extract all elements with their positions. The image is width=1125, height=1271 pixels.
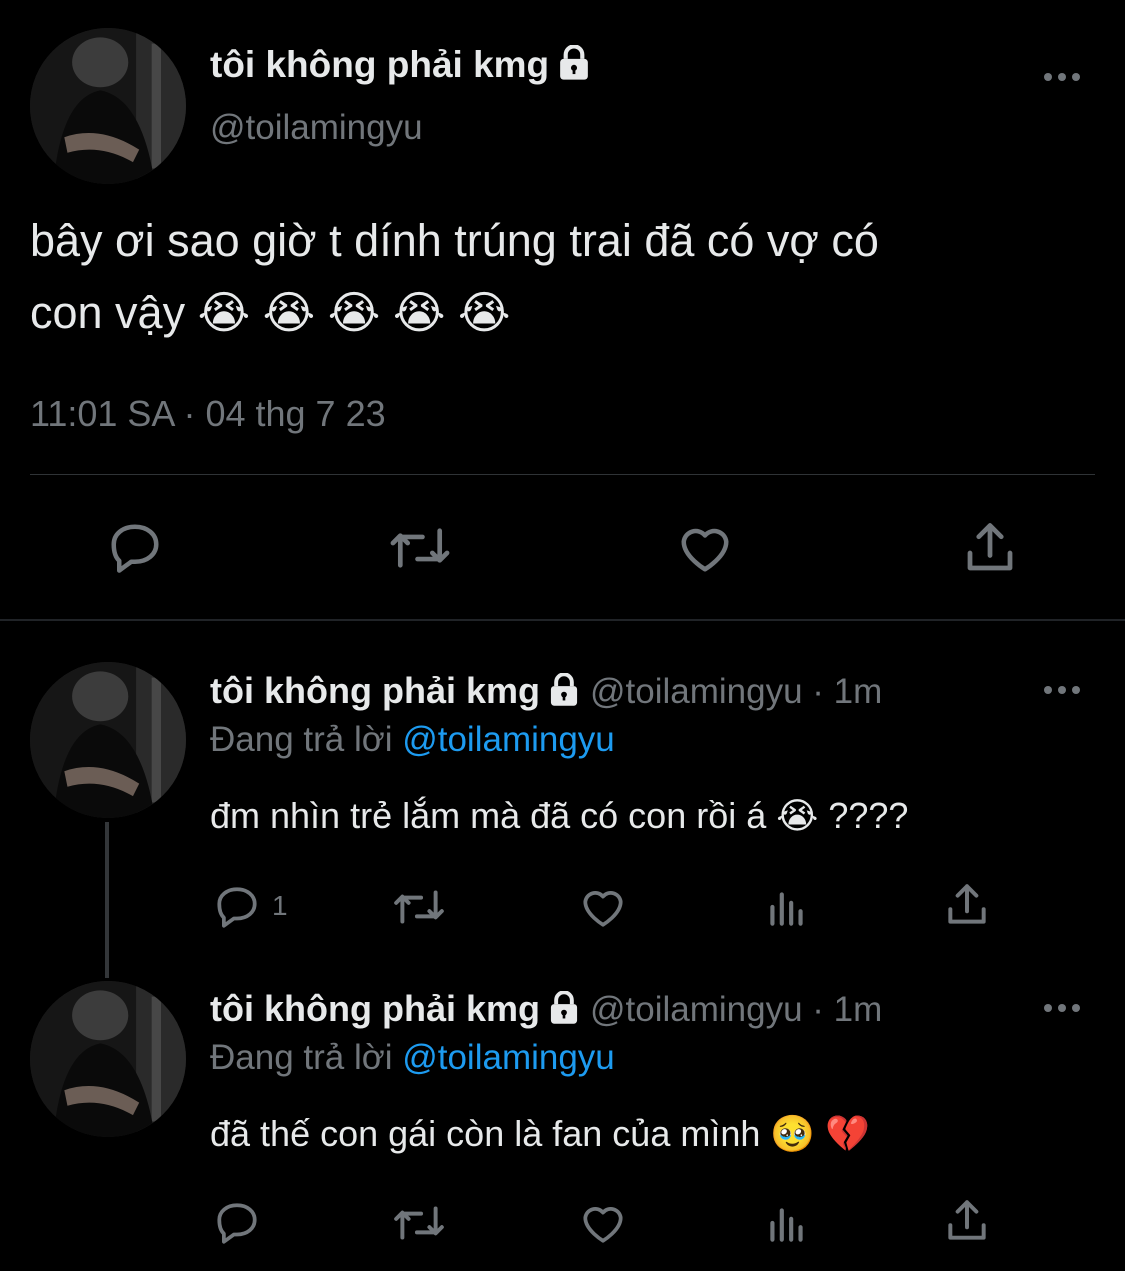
avatar[interactable] xyxy=(30,981,186,1137)
more-icon[interactable] xyxy=(1043,683,1081,702)
share-button[interactable] xyxy=(942,1196,992,1246)
reply-button[interactable] xyxy=(212,882,262,932)
like-icon xyxy=(583,891,623,927)
retweet-icon xyxy=(394,890,444,924)
tweet-text-line: bây ơi sao giờ t dính trúng trai đã có v… xyxy=(30,215,879,266)
retweet-button[interactable] xyxy=(392,1198,446,1248)
retweet-button[interactable] xyxy=(388,518,452,578)
replying-prefix: Đang trả lời xyxy=(210,720,393,759)
reply-button[interactable] xyxy=(105,518,165,578)
divider xyxy=(30,474,1095,475)
handle-time: @toilamingyu · 1m xyxy=(590,990,883,1029)
handle[interactable]: @toilamingyu xyxy=(210,108,423,148)
display-name: tôi không phải kmg xyxy=(210,670,540,711)
share-icon xyxy=(948,884,986,924)
reply-icon xyxy=(217,1203,257,1244)
retweet-button[interactable] xyxy=(392,882,446,932)
tweet-thread-page: tôi không phải kmg @toilamingyu bây ơi s… xyxy=(0,0,1125,1271)
views-button[interactable] xyxy=(762,882,812,932)
lock-icon xyxy=(557,44,591,90)
views-icon xyxy=(770,1208,803,1242)
avatar[interactable] xyxy=(30,28,186,184)
mention-link[interactable]: @toilamingyu xyxy=(402,720,615,759)
section-divider xyxy=(0,619,1125,621)
display-name[interactable]: tôi không phải kmg xyxy=(210,44,591,90)
views-button[interactable] xyxy=(762,1198,812,1248)
more-icon[interactable] xyxy=(1043,1001,1081,1020)
like-icon xyxy=(583,1207,623,1243)
share-icon xyxy=(967,523,1013,571)
reply-button[interactable] xyxy=(212,1198,262,1248)
reply-icon xyxy=(217,887,257,928)
share-button[interactable] xyxy=(960,518,1020,578)
reply-text: đã thế con gái còn là fan của mình 🥹 💔 xyxy=(210,1113,871,1154)
like-button[interactable] xyxy=(578,1198,628,1248)
more-icon[interactable] xyxy=(1043,70,1081,89)
reply-count: 1 xyxy=(272,890,288,921)
views-icon xyxy=(770,892,803,926)
retweet-icon xyxy=(394,1206,444,1240)
retweet-icon xyxy=(390,528,450,568)
replying-prefix: Đang trả lời xyxy=(210,1038,393,1077)
like-button[interactable] xyxy=(578,882,628,932)
reply-text: đm nhìn trẻ lắm mà đã có con rồi á 😭 ???… xyxy=(210,795,909,836)
tweet-timestamp[interactable]: 11:01 SA · 04 thg 7 23 xyxy=(30,393,386,435)
reply-header[interactable]: tôi không phải kmg @toilamingyu · 1m xyxy=(210,988,882,1030)
replying-to: Đang trả lời @toilamingyu xyxy=(210,1038,615,1078)
thread-line xyxy=(105,822,109,978)
avatar[interactable] xyxy=(30,662,186,818)
like-icon xyxy=(681,528,729,572)
handle-time: @toilamingyu · 1m xyxy=(590,672,883,711)
reply-icon xyxy=(111,524,159,573)
reply-header[interactable]: tôi không phải kmg @toilamingyu · 1m xyxy=(210,670,882,712)
display-name: tôi không phải kmg xyxy=(210,988,540,1029)
share-icon xyxy=(948,1200,986,1240)
mention-link[interactable]: @toilamingyu xyxy=(402,1038,615,1077)
replying-to: Đang trả lời @toilamingyu xyxy=(210,720,615,760)
tweet-text-line: con vậy 😭 😭 😭 😭 😭 xyxy=(30,287,511,338)
lock-icon xyxy=(548,672,580,712)
lock-icon xyxy=(548,990,580,1030)
share-button[interactable] xyxy=(942,880,992,930)
tweet-text: bây ơi sao giờ t dính trúng trai đã có v… xyxy=(30,205,1090,349)
display-name-text: tôi không phải kmg xyxy=(210,44,550,85)
like-button[interactable] xyxy=(675,518,735,578)
